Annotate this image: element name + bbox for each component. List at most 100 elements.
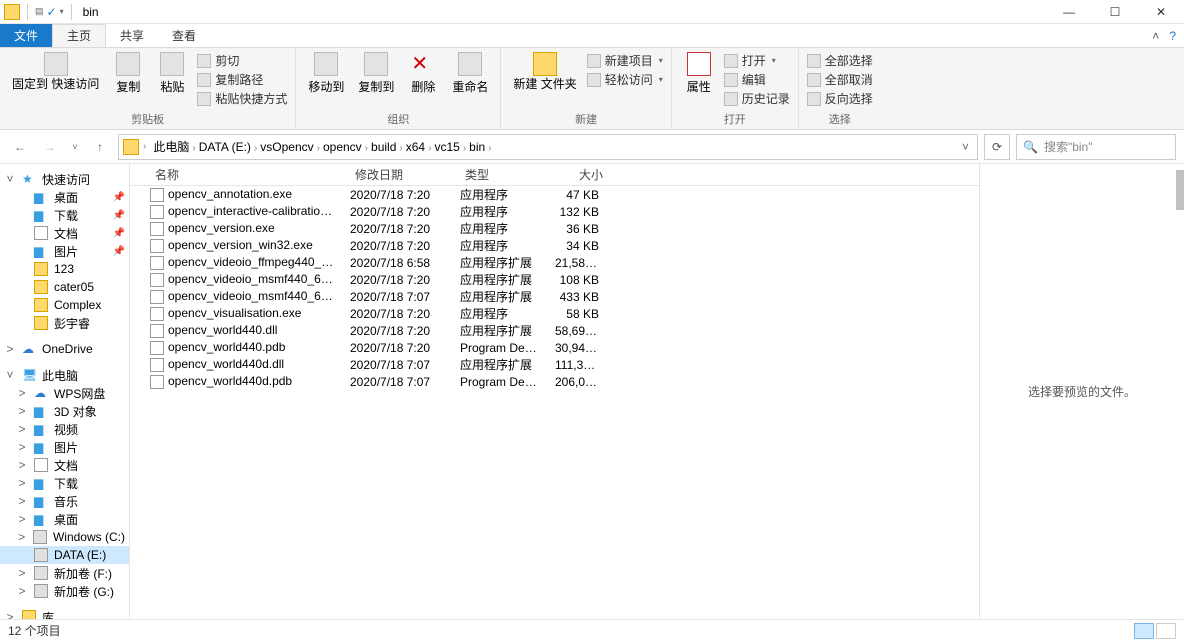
breadcrumb-item[interactable]: vsOpencv bbox=[257, 140, 316, 154]
checkmark-icon[interactable]: ✓ bbox=[47, 5, 57, 19]
nav-item[interactable]: ˃文档 bbox=[0, 456, 129, 474]
easy-access-button[interactable]: 轻松访问▾ bbox=[587, 71, 663, 88]
nav-item[interactable]: ˃新加卷 (F:) bbox=[0, 564, 129, 582]
file-row[interactable]: opencv_world440.pdb 2020/7/18 7:20 Progr… bbox=[130, 339, 979, 356]
nav-item[interactable]: 文档📌 bbox=[0, 224, 129, 242]
pin-quick-access-button[interactable]: 固定到 快速访问 bbox=[8, 50, 103, 92]
expand-icon[interactable]: ˃ bbox=[16, 386, 28, 400]
close-button[interactable]: ✕ bbox=[1138, 0, 1184, 24]
nav-item[interactable]: Complex bbox=[0, 296, 129, 314]
column-name[interactable]: 名称 bbox=[147, 166, 347, 183]
nav-item[interactable]: ▆图片📌 bbox=[0, 242, 129, 260]
nav-item[interactable]: 123 bbox=[0, 260, 129, 278]
expand-icon[interactable]: ˃ bbox=[4, 610, 16, 619]
nav-item[interactable]: ˃库 bbox=[0, 608, 129, 619]
file-row[interactable]: opencv_videoio_ffmpeg440_64.dll 2020/7/1… bbox=[130, 254, 979, 271]
copy-path-button[interactable]: 复制路径 bbox=[197, 71, 287, 88]
expand-icon[interactable]: ˃ bbox=[16, 584, 28, 598]
expand-icon[interactable]: ˃ bbox=[16, 440, 28, 454]
expand-icon[interactable]: ˃ bbox=[16, 512, 28, 526]
file-row[interactable]: opencv_version.exe 2020/7/18 7:20 应用程序 3… bbox=[130, 220, 979, 237]
navigation-pane[interactable]: ˅★快速访问▆桌面📌▆下载📌文档📌▆图片📌123cater05Complex彭宇… bbox=[0, 164, 130, 619]
expand-icon[interactable]: ˃ bbox=[16, 476, 28, 490]
nav-item[interactable]: ˅🖥此电脑 bbox=[0, 366, 129, 384]
file-row[interactable]: opencv_visualisation.exe 2020/7/18 7:20 … bbox=[130, 305, 979, 322]
refresh-button[interactable]: ⟳ bbox=[984, 134, 1010, 160]
breadcrumb-item[interactable]: vc15 bbox=[431, 140, 462, 154]
search-input[interactable]: 🔍 搜索"bin" bbox=[1016, 134, 1176, 160]
caret-icon[interactable]: ▤ bbox=[35, 6, 44, 17]
breadcrumb-item[interactable]: build bbox=[368, 140, 399, 154]
nav-item[interactable]: ˃▆图片 bbox=[0, 438, 129, 456]
expand-icon[interactable]: ˃ bbox=[16, 458, 28, 472]
breadcrumb-bar[interactable]: › 此电脑›DATA (E:)›vsOpencv›opencv›build›x6… bbox=[118, 134, 978, 160]
delete-button[interactable]: ✕删除 bbox=[404, 50, 442, 97]
nav-item[interactable]: ˅★快速访问 bbox=[0, 170, 129, 188]
nav-item[interactable]: ▆下载📌 bbox=[0, 206, 129, 224]
invert-selection-button[interactable]: 反向选择 bbox=[807, 90, 873, 107]
address-dropdown-icon[interactable]: ˅ bbox=[958, 140, 973, 154]
move-to-button[interactable]: 移动到 bbox=[304, 50, 348, 97]
details-view-button[interactable] bbox=[1134, 623, 1154, 639]
column-headers[interactable]: 名称 修改日期 类型 大小 bbox=[130, 164, 979, 186]
recent-dropdown[interactable]: ˅ bbox=[68, 135, 82, 159]
up-button[interactable]: ↑ bbox=[88, 135, 112, 159]
breadcrumb-item[interactable]: bin bbox=[466, 140, 488, 154]
nav-item[interactable]: ▆桌面📌 bbox=[0, 188, 129, 206]
nav-item[interactable]: cater05 bbox=[0, 278, 129, 296]
nav-item[interactable]: ˃新加卷 (G:) bbox=[0, 582, 129, 600]
minimize-button[interactable]: — bbox=[1046, 0, 1092, 24]
history-button[interactable]: 历史记录 bbox=[724, 90, 790, 107]
expand-icon[interactable]: ˃ bbox=[16, 404, 28, 418]
breadcrumb-item[interactable]: x64 bbox=[403, 140, 428, 154]
breadcrumb-item[interactable]: 此电脑 bbox=[150, 140, 192, 154]
expand-icon[interactable]: ˅ bbox=[4, 172, 16, 186]
column-date[interactable]: 修改日期 bbox=[347, 166, 457, 183]
back-button[interactable]: ← bbox=[8, 135, 32, 159]
copy-button[interactable]: 复制 bbox=[109, 50, 147, 97]
nav-item[interactable]: ˃Windows (C:) bbox=[0, 528, 129, 546]
expand-icon[interactable]: ˃ bbox=[16, 494, 28, 508]
column-type[interactable]: 类型 bbox=[457, 166, 552, 183]
file-list[interactable]: 名称 修改日期 类型 大小 opencv_annotation.exe 2020… bbox=[130, 164, 979, 619]
cut-button[interactable]: 剪切 bbox=[197, 52, 287, 69]
chevron-right-icon[interactable]: › bbox=[488, 143, 491, 154]
new-item-button[interactable]: 新建项目▾ bbox=[587, 52, 663, 69]
maximize-button[interactable]: ☐ bbox=[1092, 0, 1138, 24]
tab-view[interactable]: 查看 bbox=[158, 24, 210, 47]
edit-button[interactable]: 编辑 bbox=[724, 71, 790, 88]
breadcrumb-item[interactable]: DATA (E:) bbox=[196, 140, 254, 154]
nav-item[interactable]: ˃▆下载 bbox=[0, 474, 129, 492]
nav-item[interactable]: ˃▆音乐 bbox=[0, 492, 129, 510]
properties-button[interactable]: 属性 bbox=[680, 50, 718, 97]
nav-item[interactable]: ˃▆桌面 bbox=[0, 510, 129, 528]
expand-icon[interactable]: ˅ bbox=[4, 368, 16, 382]
file-row[interactable]: opencv_videoio_msmf440_64.dll 2020/7/18 … bbox=[130, 271, 979, 288]
rename-button[interactable]: 重命名 bbox=[448, 50, 492, 97]
forward-button[interactable]: → bbox=[38, 135, 62, 159]
nav-item[interactable]: ˃▆3D 对象 bbox=[0, 402, 129, 420]
file-row[interactable]: opencv_interactive-calibration.exe 2020/… bbox=[130, 203, 979, 220]
file-row[interactable]: opencv_annotation.exe 2020/7/18 7:20 应用程… bbox=[130, 186, 979, 203]
copy-to-button[interactable]: 复制到 bbox=[354, 50, 398, 97]
expand-icon[interactable]: ˃ bbox=[4, 342, 16, 356]
paste-button[interactable]: 粘贴 bbox=[153, 50, 191, 97]
icons-view-button[interactable] bbox=[1156, 623, 1176, 639]
expand-ribbon-icon[interactable]: ˄ bbox=[1152, 29, 1159, 43]
open-button[interactable]: 打开▾ bbox=[724, 52, 790, 69]
file-row[interactable]: opencv_world440.dll 2020/7/18 7:20 应用程序扩… bbox=[130, 322, 979, 339]
tab-home[interactable]: 主页 bbox=[52, 24, 106, 47]
dropdown-icon[interactable]: ▾ bbox=[60, 7, 64, 16]
tab-file[interactable]: 文件 bbox=[0, 24, 52, 47]
tab-share[interactable]: 共享 bbox=[106, 24, 158, 47]
file-row[interactable]: opencv_videoio_msmf440_64d.dll 2020/7/18… bbox=[130, 288, 979, 305]
paste-shortcut-button[interactable]: 粘贴快捷方式 bbox=[197, 90, 287, 107]
nav-item[interactable]: 彭宇睿 bbox=[0, 314, 129, 332]
file-row[interactable]: opencv_world440d.pdb 2020/7/18 7:07 Prog… bbox=[130, 373, 979, 390]
select-all-button[interactable]: 全部选择 bbox=[807, 52, 873, 69]
nav-item[interactable]: ˃☁OneDrive bbox=[0, 340, 129, 358]
file-row[interactable]: opencv_world440d.dll 2020/7/18 7:07 应用程序… bbox=[130, 356, 979, 373]
expand-icon[interactable]: ˃ bbox=[16, 566, 28, 580]
nav-item[interactable]: ˃▆视频 bbox=[0, 420, 129, 438]
file-row[interactable]: opencv_version_win32.exe 2020/7/18 7:20 … bbox=[130, 237, 979, 254]
